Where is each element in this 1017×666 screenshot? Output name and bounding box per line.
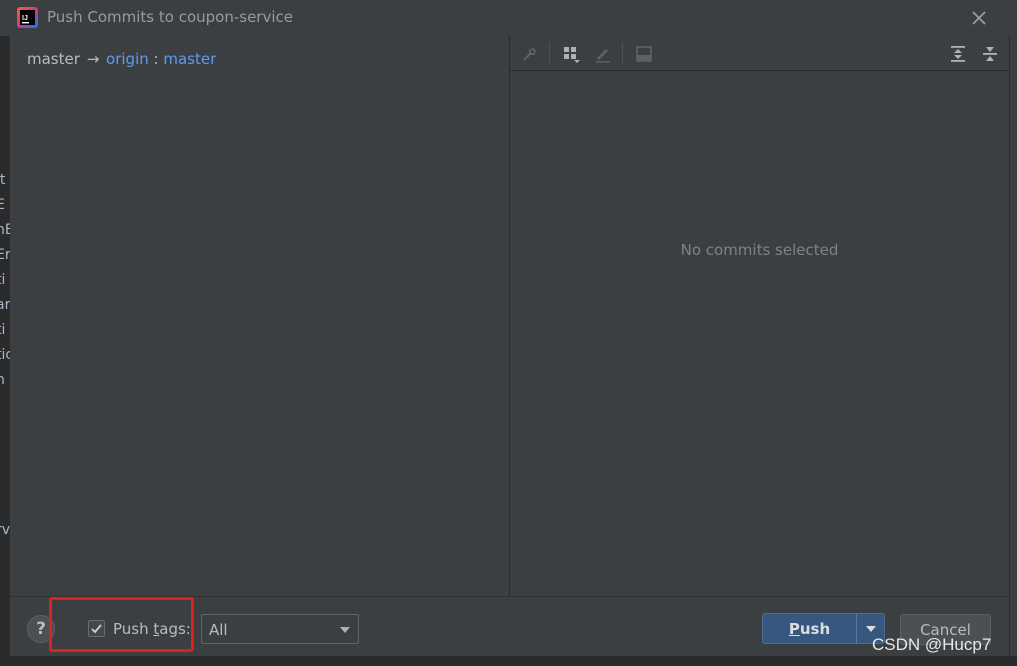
push-button-mnemonic: P xyxy=(788,619,800,638)
remote-branch-link[interactable]: master xyxy=(163,50,216,68)
commit-details-pane: No commits selected xyxy=(510,36,1009,596)
bg-fragment: ti xyxy=(0,272,6,288)
push-tags-label-pre: Push xyxy=(113,620,154,638)
background-editor-strip: it E nE Er ti ar ti tic n rv xyxy=(0,36,10,666)
background-status-strip xyxy=(0,656,1017,666)
push-arrow-icon: → xyxy=(86,50,100,68)
remote-name-link[interactable]: origin xyxy=(106,50,149,68)
bg-fragment: rv xyxy=(0,522,10,538)
edit-icon[interactable] xyxy=(591,42,615,66)
push-tags-checkbox[interactable] xyxy=(88,620,105,637)
tags-mode-value: All xyxy=(209,621,228,639)
help-button[interactable]: ? xyxy=(27,615,55,643)
cherry-pick-icon[interactable] xyxy=(518,42,542,66)
title-bar: IJ Push Commits to coupon-service xyxy=(0,0,1017,36)
footer-divider xyxy=(10,596,1009,597)
bg-fragment: tic xyxy=(0,347,10,363)
close-icon[interactable] xyxy=(968,7,990,29)
bg-fragment: it xyxy=(0,172,6,188)
push-tags-label[interactable]: Push tags: xyxy=(113,620,191,638)
chevron-down-icon xyxy=(340,627,350,633)
details-toolbar xyxy=(510,36,1009,71)
chevron-down-icon xyxy=(866,626,876,632)
push-targets-pane: master → origin : master xyxy=(10,36,509,596)
branch-mapping-row[interactable]: master → origin : master xyxy=(27,50,216,68)
push-tags-label-post: ags: xyxy=(159,620,191,638)
svg-text:IJ: IJ xyxy=(22,15,28,22)
tags-mode-select[interactable]: All xyxy=(201,614,359,644)
toolbar-separator xyxy=(622,42,623,64)
no-commits-message: No commits selected xyxy=(680,241,839,259)
collapse-all-icon[interactable] xyxy=(978,42,1002,66)
push-button[interactable]: Push xyxy=(762,613,857,644)
remote-separator: : xyxy=(153,50,164,68)
local-branch: master xyxy=(27,50,80,68)
window-title: Push Commits to coupon-service xyxy=(47,8,293,26)
toolbar-separator xyxy=(549,42,550,64)
bg-fragment: nE xyxy=(0,222,10,238)
push-options-dropdown-button[interactable] xyxy=(856,613,885,644)
checkmark-icon xyxy=(91,624,102,634)
bg-fragment: n xyxy=(0,372,5,388)
bg-fragment: ar xyxy=(0,297,10,313)
expand-all-icon[interactable] xyxy=(946,42,970,66)
group-by-icon[interactable] xyxy=(559,42,583,66)
bg-fragment: E xyxy=(0,197,5,213)
push-button-rest: ush xyxy=(799,619,831,638)
bg-fragment: ti xyxy=(0,322,6,338)
cancel-button[interactable]: Cancel xyxy=(900,614,991,645)
intellij-app-icon: IJ xyxy=(17,7,38,28)
bg-fragment: Er xyxy=(0,247,10,263)
right-edge xyxy=(1009,36,1017,656)
diff-preview-icon[interactable] xyxy=(632,42,656,66)
